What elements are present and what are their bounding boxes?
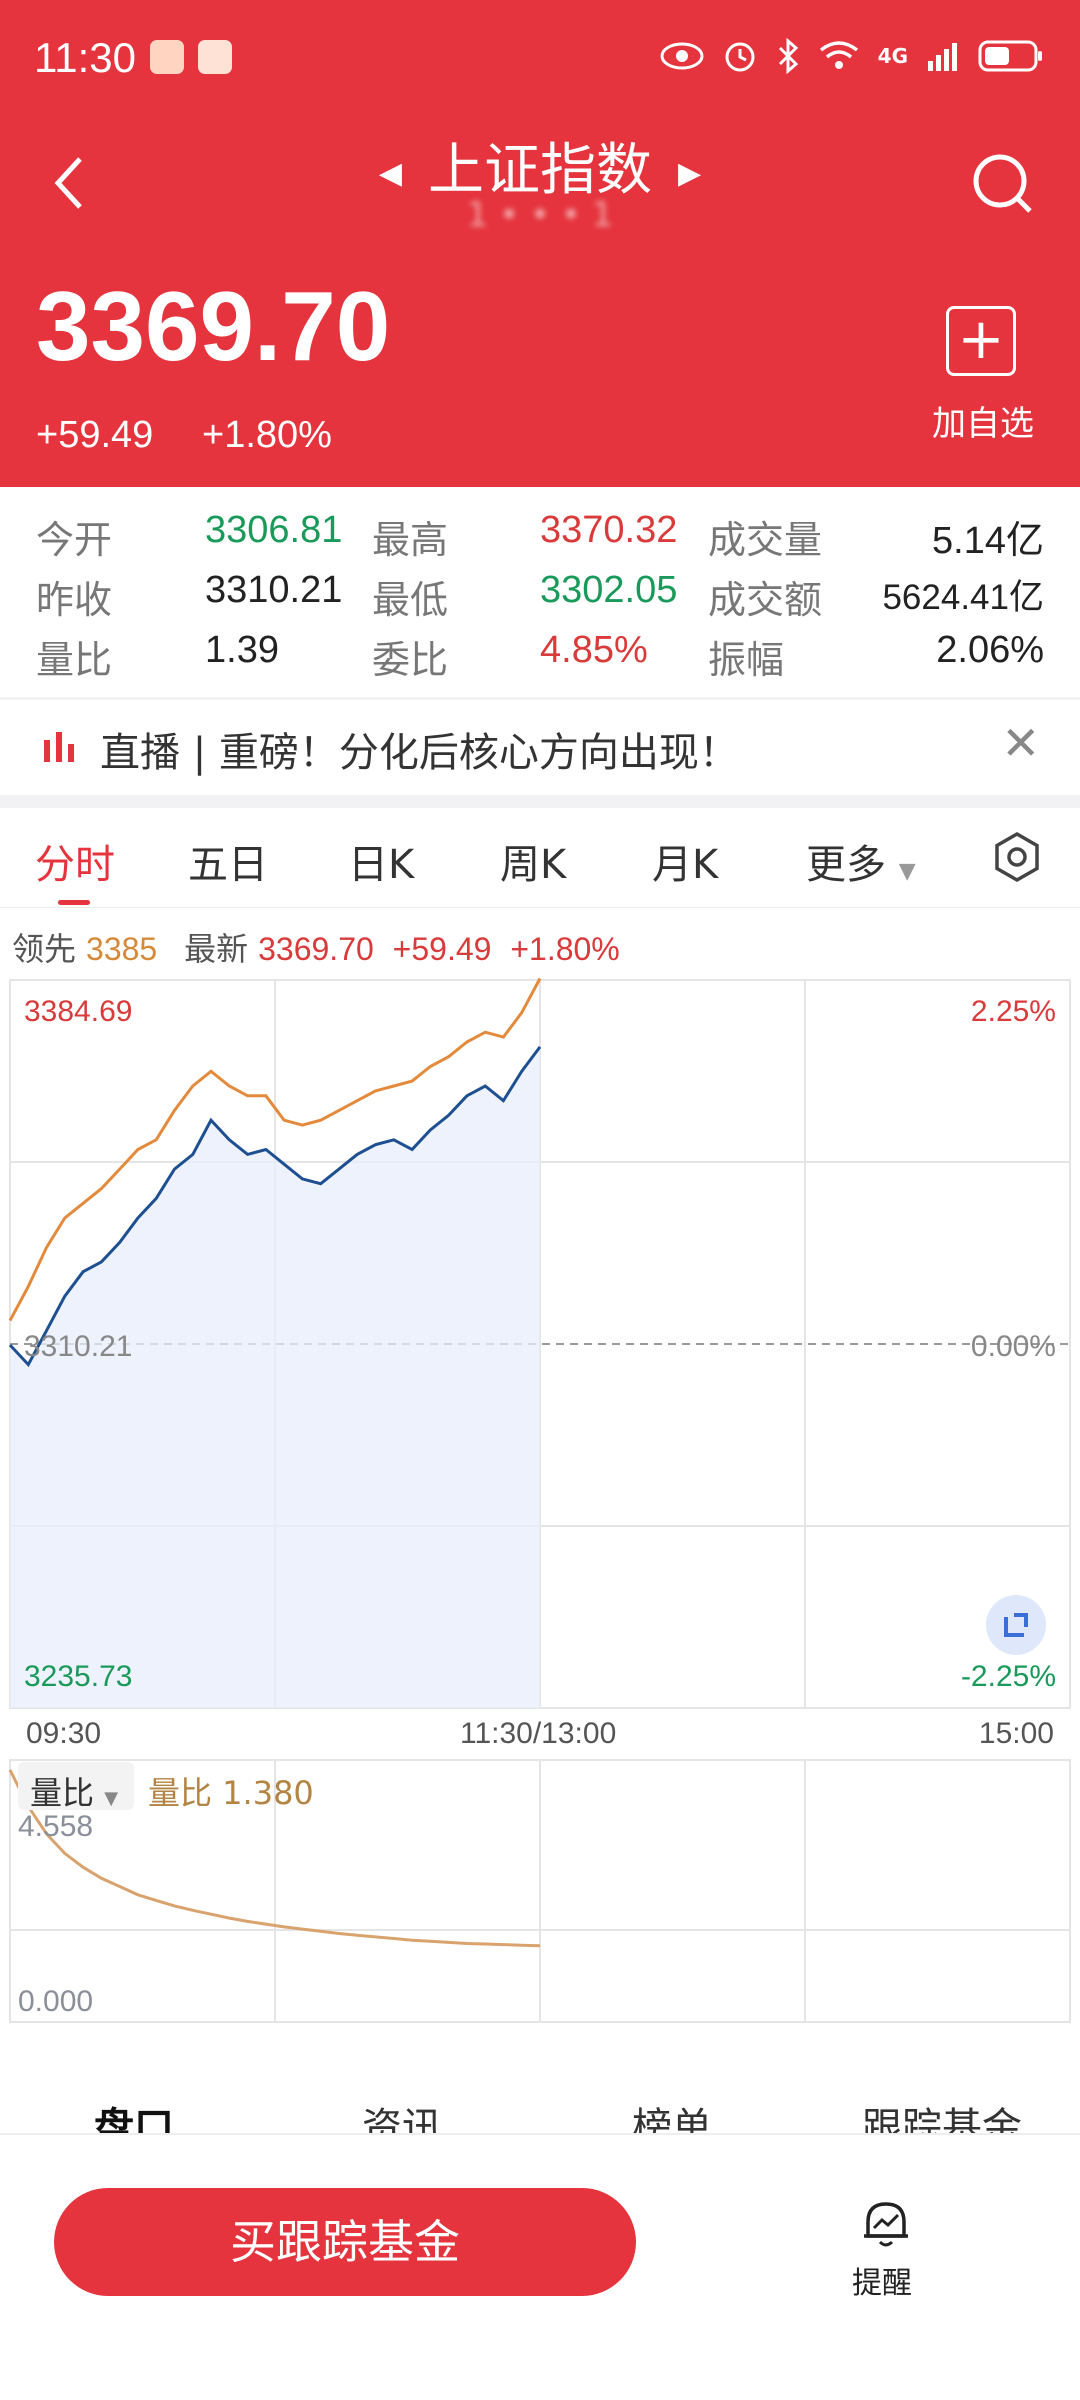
tab-daily-k[interactable]: 日K — [348, 832, 414, 890]
divider — [0, 795, 1080, 808]
stat-value: 3306.81 — [205, 509, 343, 551]
current-price: 3369.70 — [36, 271, 391, 381]
lead-value: 3385 — [86, 931, 158, 967]
chart-svg[interactable] — [0, 975, 1080, 2055]
page-title: ◀ 上证指数 ▶ — [0, 125, 1080, 206]
banner-text: 直播 | 重磅！分化后核心方向出现！ — [100, 730, 739, 776]
chart-tabs: 分时 五日 日K 周K 月K 更多 ▼ — [0, 808, 1080, 908]
tab-intraday[interactable]: 分时 — [35, 832, 115, 890]
tab-more[interactable]: 更多 ▼ — [806, 832, 916, 890]
stat-label: 成交额 — [708, 580, 823, 622]
y-mid-label: 3310.21 — [24, 1330, 133, 1363]
tab-active-indicator — [58, 900, 90, 905]
tab-weekly-k[interactable]: 周K — [500, 832, 566, 890]
stat-label: 今开 — [36, 520, 113, 562]
signal-icon — [928, 43, 957, 71]
stat-label: 最低 — [372, 580, 449, 622]
stat-value: 5.14亿 — [932, 520, 1044, 562]
alarm-icon — [725, 42, 755, 72]
stat-label: 昨收 — [36, 580, 113, 622]
status-icons: 4G — [660, 34, 1044, 78]
search-icon[interactable] — [972, 153, 1036, 217]
stat-label: 最高 — [372, 520, 449, 562]
volume-ratio-text: 量比 1.380 — [148, 1774, 314, 1812]
live-banner[interactable]: 直播 | 重磅！分化后核心方向出现！ ✕ — [0, 700, 1080, 795]
volume-indicator-select[interactable]: 量比 ▼ — [18, 1762, 134, 1812]
network-type: 4G — [877, 44, 908, 68]
stat-label: 委比 — [372, 640, 449, 682]
bluetooth-icon — [778, 38, 798, 74]
pct-mid-label: 0.00% — [970, 1330, 1056, 1363]
lead-label: 领先 — [12, 931, 77, 967]
stat-label: 振幅 — [708, 640, 785, 682]
nav-row: ◀ 上证指数 ▶ 1 • • • 1 — [0, 115, 1080, 245]
x-label-end: 15:00 — [978, 1717, 1054, 1750]
bell-chart-icon[interactable] — [860, 2198, 912, 2248]
latest-label: 最新 — [184, 931, 249, 967]
pct-max-label: 2.25% — [970, 995, 1056, 1028]
stat-value: 3302.05 — [540, 569, 678, 611]
stat-value: 1.39 — [205, 629, 279, 671]
tab-order-book[interactable]: 盘口 — [94, 2095, 174, 2133]
close-icon[interactable]: ✕ — [1001, 716, 1040, 770]
add-watchlist-button[interactable]: + — [946, 306, 1016, 376]
quote-line: 领先 3385 最新 3369.70 +59.49 +1.80% — [12, 924, 630, 970]
tab-monthly-k[interactable]: 月K — [652, 832, 718, 890]
stat-label: 成交量 — [708, 520, 823, 562]
volume-max-label: 4.558 — [18, 1810, 94, 1843]
stats-grid: 今开 3306.81 最高 3370.32 成交量 5.14亿 昨收 3310.… — [0, 487, 1080, 697]
y-max-label: 3384.69 — [24, 995, 133, 1028]
wifi-icon — [819, 41, 858, 69]
stat-value: 4.85% — [540, 629, 648, 671]
header-panel: 11:30 4G ◀ 上证指数 ▶ 1 • • • 1 3369.70 +59.49… — [0, 0, 1080, 487]
tab-tracking-funds[interactable]: 跟踪基金 — [862, 2095, 1022, 2133]
notification-app-icon — [150, 40, 184, 74]
price-change: +59.49 — [36, 414, 154, 456]
x-label-mid: 11:30/13:00 — [460, 1717, 617, 1750]
expand-icon[interactable] — [986, 1595, 1046, 1655]
eye-icon — [660, 42, 704, 70]
price-change-pct: +1.80% — [202, 414, 332, 456]
stat-label: 量比 — [36, 640, 113, 682]
notification-app-icon-2 — [198, 40, 232, 74]
stat-value: 3370.32 — [540, 509, 678, 551]
tab-more-label: 更多 — [806, 842, 886, 888]
stock-code: 1 • • • 1 — [466, 195, 614, 235]
latest-change: +59.49 — [392, 931, 492, 967]
latest-value: 3369.70 — [258, 931, 374, 967]
title-text: 上证指数 — [428, 138, 652, 203]
live-bars-icon — [42, 730, 76, 768]
latest-pct: +1.80% — [510, 931, 620, 967]
tab-five-day[interactable]: 五日 — [188, 832, 268, 890]
chevron-down-icon: ▼ — [898, 859, 916, 884]
x-label-start: 09:30 — [26, 1717, 102, 1750]
tab-news[interactable]: 资讯 — [362, 2095, 442, 2133]
chevron-down-icon: ▼ — [104, 1788, 119, 1809]
stat-value: 2.06% — [936, 629, 1044, 671]
pct-min-label: -2.25% — [960, 1660, 1056, 1693]
tab-rankings[interactable]: 榜单 — [632, 2095, 712, 2133]
status-bar: 11:30 4G — [0, 0, 1080, 120]
prev-arrow-icon[interactable]: ◀ — [379, 156, 402, 191]
intraday-chart[interactable]: 3384.69 3310.21 3235.73 2.25% 0.00% -2.2… — [0, 975, 1080, 2055]
remind-label[interactable]: 提醒 — [852, 2258, 912, 2302]
bottom-tabs: 盘口 资讯 榜单 跟踪基金 — [0, 2055, 1080, 2135]
next-arrow-icon[interactable]: ▶ — [678, 156, 701, 191]
settings-hex-icon[interactable] — [990, 830, 1044, 884]
add-watchlist-label[interactable]: 加自选 — [932, 396, 1034, 445]
status-time: 11:30 — [34, 34, 136, 81]
volume-pill-label: 量比 — [30, 1774, 95, 1812]
volume-min-label: 0.000 — [18, 1985, 94, 2018]
stat-value: 3310.21 — [205, 569, 343, 611]
battery-icon — [978, 40, 1042, 72]
buy-tracking-fund-button[interactable]: 买跟踪基金 — [54, 2188, 636, 2296]
stat-value: 5624.41亿 — [882, 578, 1044, 617]
y-min-label: 3235.73 — [24, 1660, 133, 1693]
